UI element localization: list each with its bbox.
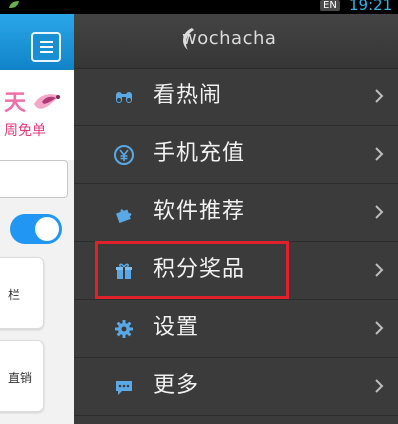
menu-item-label: 看热闹 [153, 83, 223, 108]
card-1-label: 栏 [8, 288, 21, 302]
language-badge: EN [320, 0, 340, 11]
menu-item-看热闹[interactable]: 看热闹 [74, 68, 398, 126]
leaf-icon [9, 1, 19, 8]
menu-item-label: 积分奖品 [153, 257, 246, 282]
gear-icon [115, 320, 133, 338]
toggle-knob [35, 217, 59, 241]
puzzle-icon [116, 209, 132, 223]
hamburger-menu-icon[interactable] [31, 32, 61, 62]
chevron-right-icon [375, 205, 384, 219]
chevron-right-icon [375, 147, 384, 161]
promo-banner[interactable]: 天 周免单 [0, 70, 74, 160]
background-search-input[interactable] [0, 160, 68, 198]
background-toggle[interactable] [10, 214, 62, 244]
bird-icon [34, 94, 60, 109]
brand-logo: wochacha [182, 28, 277, 49]
card-2-label: 直销 [8, 371, 33, 385]
drawer-header: wochacha [74, 14, 398, 69]
chevron-right-icon [375, 263, 384, 277]
background-card-1[interactable]: 栏 [0, 257, 44, 329]
menu-item-手机充值[interactable]: 手机充值 [74, 126, 398, 184]
background-header [0, 14, 74, 70]
menu-item-label: 设置 [153, 315, 200, 340]
drawer-menu: 看热闹 手机充值 软件推荐 积分奖品 设置 更多 [74, 68, 398, 416]
menu-item-积分奖品[interactable]: 积分奖品 [74, 242, 398, 300]
menu-item-label: 软件推荐 [153, 199, 246, 224]
menu-item-更多[interactable]: 更多 [74, 358, 398, 416]
chevron-right-icon [375, 321, 384, 335]
menu-item-label: 手机充值 [153, 141, 246, 166]
yuan-coin-icon [114, 145, 134, 165]
gift-icon [116, 263, 132, 279]
menu-item-软件推荐[interactable]: 软件推荐 [74, 184, 398, 242]
chat-bubble-icon [116, 381, 132, 395]
status-bar: EN 19:21 [0, 0, 398, 14]
menu-item-设置[interactable]: 设置 [74, 300, 398, 358]
background-card-2[interactable]: 直销 [0, 340, 44, 412]
menu-item-label: 更多 [153, 373, 200, 398]
clock: 19:21 [349, 0, 393, 14]
chevron-right-icon [375, 89, 384, 103]
promo-text-small: 周免单 [4, 123, 46, 139]
navigation-drawer: wochacha 看热闹 手机充值 软件推荐 积分奖品 设置 更多 [74, 14, 398, 424]
binoculars-icon [116, 92, 132, 103]
promo-text-big: 天 [4, 91, 27, 116]
chevron-right-icon [375, 379, 384, 393]
background-page: 天 周免单 栏 直销 [0, 14, 74, 424]
